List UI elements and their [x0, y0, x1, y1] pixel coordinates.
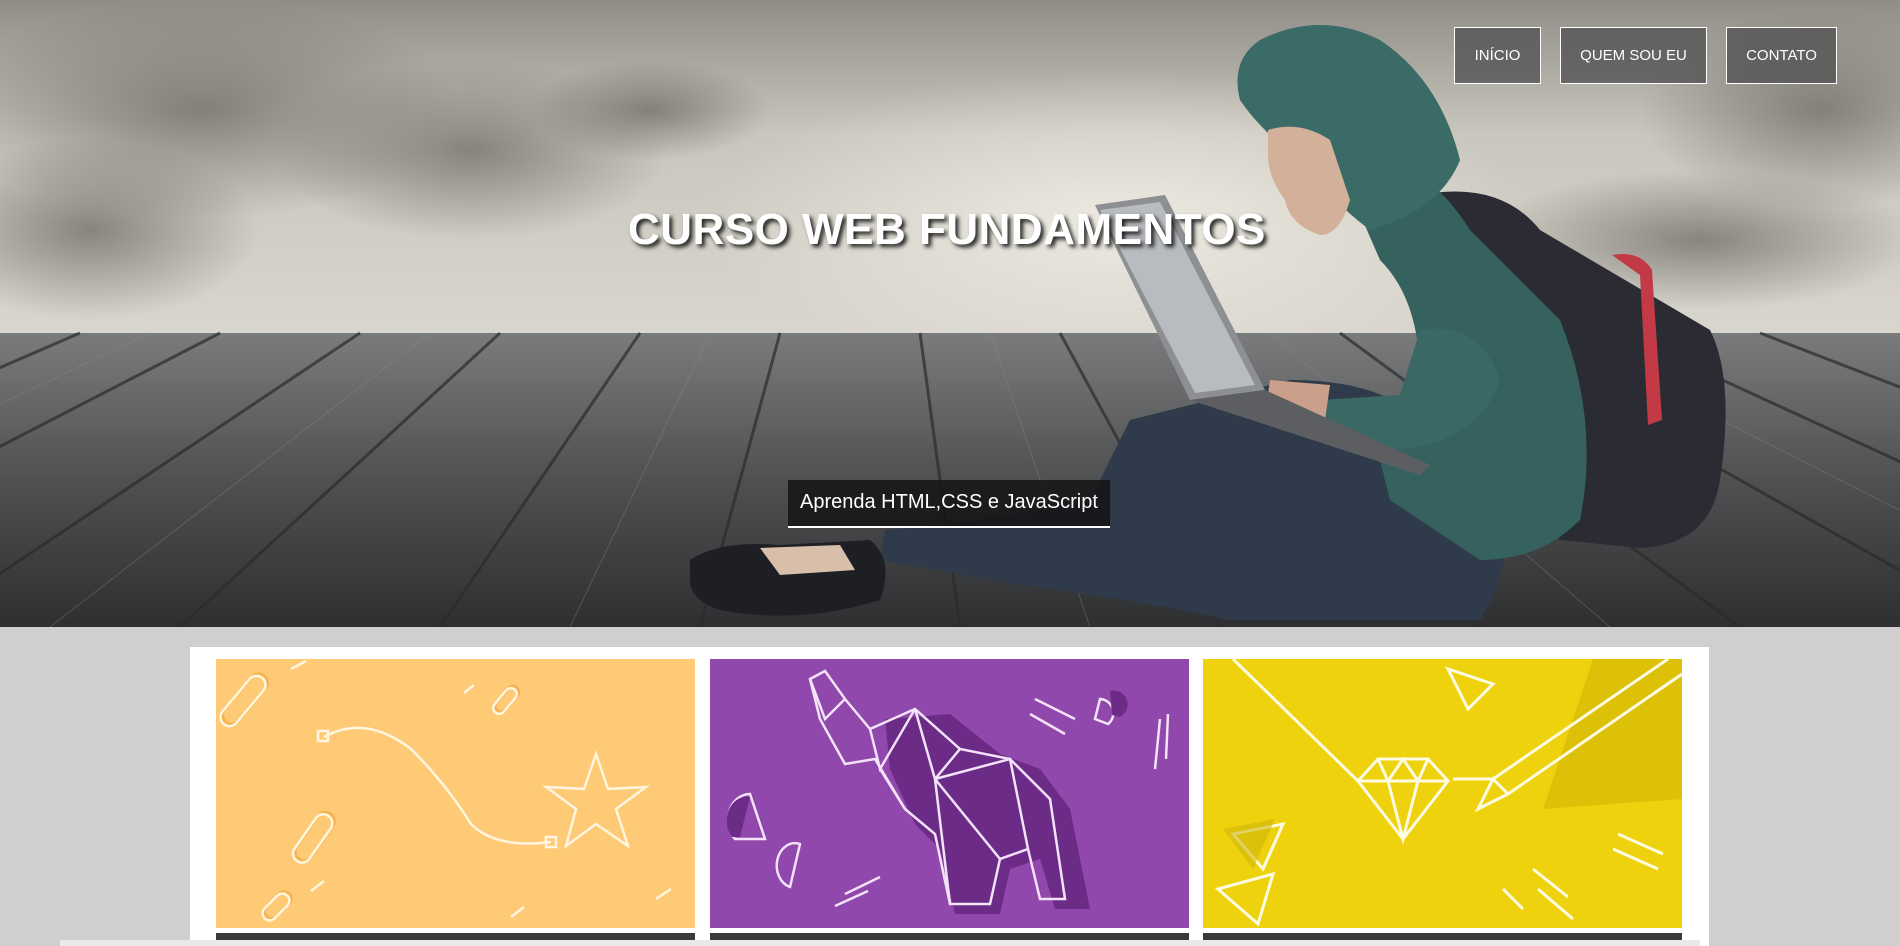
page-bottom-strip: [60, 940, 1700, 946]
nav-contato-button[interactable]: CONTATO: [1726, 27, 1837, 84]
diamond-pencil-illustration: [1203, 659, 1682, 928]
nav-inicio-button[interactable]: INÍCIO: [1454, 27, 1541, 84]
course-card-2[interactable]: [710, 659, 1189, 928]
hero-subtitle-badge: Aprenda HTML,CSS e JavaScript: [788, 480, 1110, 528]
nav-quem-sou-eu-button[interactable]: QUEM SOU EU: [1560, 27, 1707, 84]
top-navigation: INÍCIO QUEM SOU EU CONTATO: [1454, 27, 1837, 84]
hero-background-image: [0, 0, 1900, 627]
origami-elephant-illustration: [710, 659, 1189, 928]
course-card-1[interactable]: [216, 659, 695, 928]
cards-panel: [190, 647, 1709, 946]
course-card-3[interactable]: [1203, 659, 1682, 928]
star-path-illustration: [216, 659, 695, 928]
hero-banner: CURSO WEB FUNDAMENTOS Aprenda HTML,CSS e…: [0, 0, 1900, 627]
page-title: CURSO WEB FUNDAMENTOS: [628, 205, 1266, 254]
